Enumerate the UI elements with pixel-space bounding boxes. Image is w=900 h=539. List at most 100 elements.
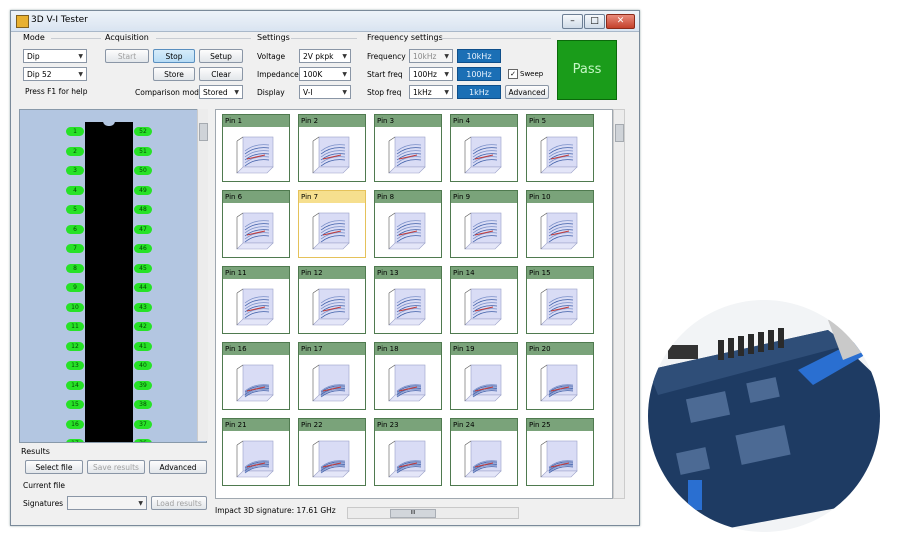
pin-signature-tile[interactable]: Pin 7 xyxy=(298,190,366,258)
chip-pin-left[interactable]: 12 xyxy=(66,341,84,351)
pin-signature-tile[interactable]: Pin 8 xyxy=(374,190,442,258)
chip-pin-right[interactable]: 49 xyxy=(134,185,152,195)
chip-pin-right[interactable]: 47 xyxy=(134,224,152,234)
minimize-button[interactable]: – xyxy=(562,14,583,29)
comparison-mode-select[interactable]: Stored ▼ xyxy=(199,85,243,99)
chip-pin-left[interactable]: 3 xyxy=(66,166,84,175)
chip-pin-right[interactable]: 37 xyxy=(134,419,152,429)
voltage-select[interactable]: 2V pkpk ▼ xyxy=(299,49,351,63)
pin-signature-tile[interactable]: Pin 23 xyxy=(374,418,442,486)
save-results-button[interactable]: Save results xyxy=(87,460,145,474)
frequency-select[interactable]: 10kHz ▼ xyxy=(409,49,453,63)
chip-type-select[interactable]: Dip ▼ xyxy=(23,49,87,63)
chip-pin-left[interactable]: 6 xyxy=(66,224,84,234)
load-results-button[interactable]: Load results xyxy=(151,496,207,510)
chip-pin-right[interactable]: 42 xyxy=(134,322,152,331)
chip-pin-right[interactable]: 43 xyxy=(134,302,152,312)
chip-pin-left[interactable]: 14 xyxy=(66,380,84,390)
pin-signature-tile[interactable]: Pin 22 xyxy=(298,418,366,486)
pin-signature-tile[interactable]: Pin 4 xyxy=(450,114,518,182)
chip-pin-left[interactable]: 1 xyxy=(66,127,84,136)
pin-signature-tile[interactable]: Pin 25 xyxy=(526,418,594,486)
pin-signature-tile[interactable]: Pin 15 xyxy=(526,266,594,334)
select-file-button[interactable]: Select file xyxy=(25,460,83,474)
chip-pin-left[interactable]: 7 xyxy=(66,244,84,253)
grid-scrollbar[interactable] xyxy=(613,109,625,499)
window-title: 3D V-I Tester xyxy=(31,15,88,25)
settings-group-divider xyxy=(291,38,357,39)
stop-button[interactable]: Stop xyxy=(153,49,195,63)
chip-pin-left[interactable]: 2 xyxy=(66,146,84,156)
sweep-checkbox[interactable]: ✓ xyxy=(508,69,518,79)
pin-signature-tile[interactable]: Pin 16 xyxy=(222,342,290,410)
pin-signature-tile[interactable]: Pin 21 xyxy=(222,418,290,486)
frequency-combo-value: 10kHz xyxy=(413,52,437,61)
stop-freq-select[interactable]: 1kHz ▼ xyxy=(409,85,453,99)
results-advanced-button[interactable]: Advanced xyxy=(149,460,207,474)
chip-pin-right[interactable]: 44 xyxy=(134,283,152,292)
chip-pin-right[interactable]: 45 xyxy=(134,263,152,273)
frequency-advanced-button[interactable]: Advanced xyxy=(505,85,549,99)
chip-model-select[interactable]: Dip 52 ▼ xyxy=(23,67,87,81)
pin-signature-tile[interactable]: Pin 24 xyxy=(450,418,518,486)
setup-button[interactable]: Setup xyxy=(199,49,243,63)
pin-signature-tile[interactable]: Pin 1 xyxy=(222,114,290,182)
start-button[interactable]: Start xyxy=(105,49,149,63)
settings-group-label: Settings xyxy=(257,33,290,42)
close-button[interactable]: ✕ xyxy=(606,14,635,29)
vi-signature-plot xyxy=(540,288,578,326)
chip-pin-left[interactable]: 5 xyxy=(66,205,84,214)
pin-tile-label: Pin 13 xyxy=(375,267,441,279)
pin-signature-tile[interactable]: Pin 20 xyxy=(526,342,594,410)
chip-pin-right[interactable]: 46 xyxy=(134,244,152,253)
impedance-select[interactable]: 100K ▼ xyxy=(299,67,351,81)
pin-signature-tile[interactable]: Pin 14 xyxy=(450,266,518,334)
chip-pinout-panel: 1234567891011121314151617 52515049484746… xyxy=(19,109,207,443)
chip-pin-left[interactable]: 15 xyxy=(66,400,84,409)
chip-pin-right[interactable]: 51 xyxy=(134,146,152,156)
store-button[interactable]: Store xyxy=(153,67,195,81)
chip-pin-left[interactable]: 16 xyxy=(66,419,84,429)
chip-pin-left[interactable]: 8 xyxy=(66,263,84,273)
help-hint: Press F1 for help xyxy=(25,87,88,96)
chip-pin-left[interactable]: 17 xyxy=(66,439,84,442)
stop-freq-combo-value: 1kHz xyxy=(413,88,432,97)
pin-signature-tile[interactable]: Pin 9 xyxy=(450,190,518,258)
chevron-down-icon: ▼ xyxy=(234,89,239,96)
pin-signature-tile[interactable]: Pin 18 xyxy=(374,342,442,410)
chip-pin-right[interactable]: 38 xyxy=(134,400,152,409)
grid-scroll-thumb[interactable] xyxy=(615,124,624,142)
pin-signature-tile[interactable]: Pin 3 xyxy=(374,114,442,182)
horizontal-scroll-thumb[interactable]: III xyxy=(390,509,436,518)
maximize-button[interactable]: □ xyxy=(584,14,605,29)
chip-panel-scroll-thumb[interactable] xyxy=(199,123,208,141)
chip-pin-right[interactable]: 39 xyxy=(134,380,152,390)
pin-signature-tile[interactable]: Pin 6 xyxy=(222,190,290,258)
chip-panel-scrollbar[interactable] xyxy=(197,109,208,441)
pin-signature-tile[interactable]: Pin 13 xyxy=(374,266,442,334)
chip-pin-left[interactable]: 4 xyxy=(66,185,84,195)
chip-pin-right[interactable]: 41 xyxy=(134,341,152,351)
chip-pin-right[interactable]: 48 xyxy=(134,205,152,214)
chip-pin-left[interactable]: 9 xyxy=(66,283,84,292)
chip-pin-left[interactable]: 13 xyxy=(66,361,84,370)
pin-signature-tile[interactable]: Pin 17 xyxy=(298,342,366,410)
pin-signature-tile[interactable]: Pin 11 xyxy=(222,266,290,334)
chip-pin-right[interactable]: 40 xyxy=(134,361,152,370)
display-select[interactable]: V-I ▼ xyxy=(299,85,351,99)
start-freq-select[interactable]: 100Hz ▼ xyxy=(409,67,453,81)
chip-pin-left[interactable]: 11 xyxy=(66,322,84,331)
signatures-select[interactable]: ▼ xyxy=(67,496,147,510)
pin-signature-tile[interactable]: Pin 2 xyxy=(298,114,366,182)
clear-button[interactable]: Clear xyxy=(199,67,243,81)
chip-pin-right[interactable]: 36 xyxy=(134,439,152,442)
chip-pin-left[interactable]: 10 xyxy=(66,302,84,312)
vi-signature-plot xyxy=(236,440,274,478)
pin-signature-tile[interactable]: Pin 12 xyxy=(298,266,366,334)
pin-signature-tile[interactable]: Pin 19 xyxy=(450,342,518,410)
pin-signature-tile[interactable]: Pin 5 xyxy=(526,114,594,182)
horizontal-scrollbar[interactable]: III xyxy=(347,507,519,519)
chip-pin-right[interactable]: 52 xyxy=(134,127,152,136)
chip-pin-right[interactable]: 50 xyxy=(134,166,152,175)
pin-signature-tile[interactable]: Pin 10 xyxy=(526,190,594,258)
